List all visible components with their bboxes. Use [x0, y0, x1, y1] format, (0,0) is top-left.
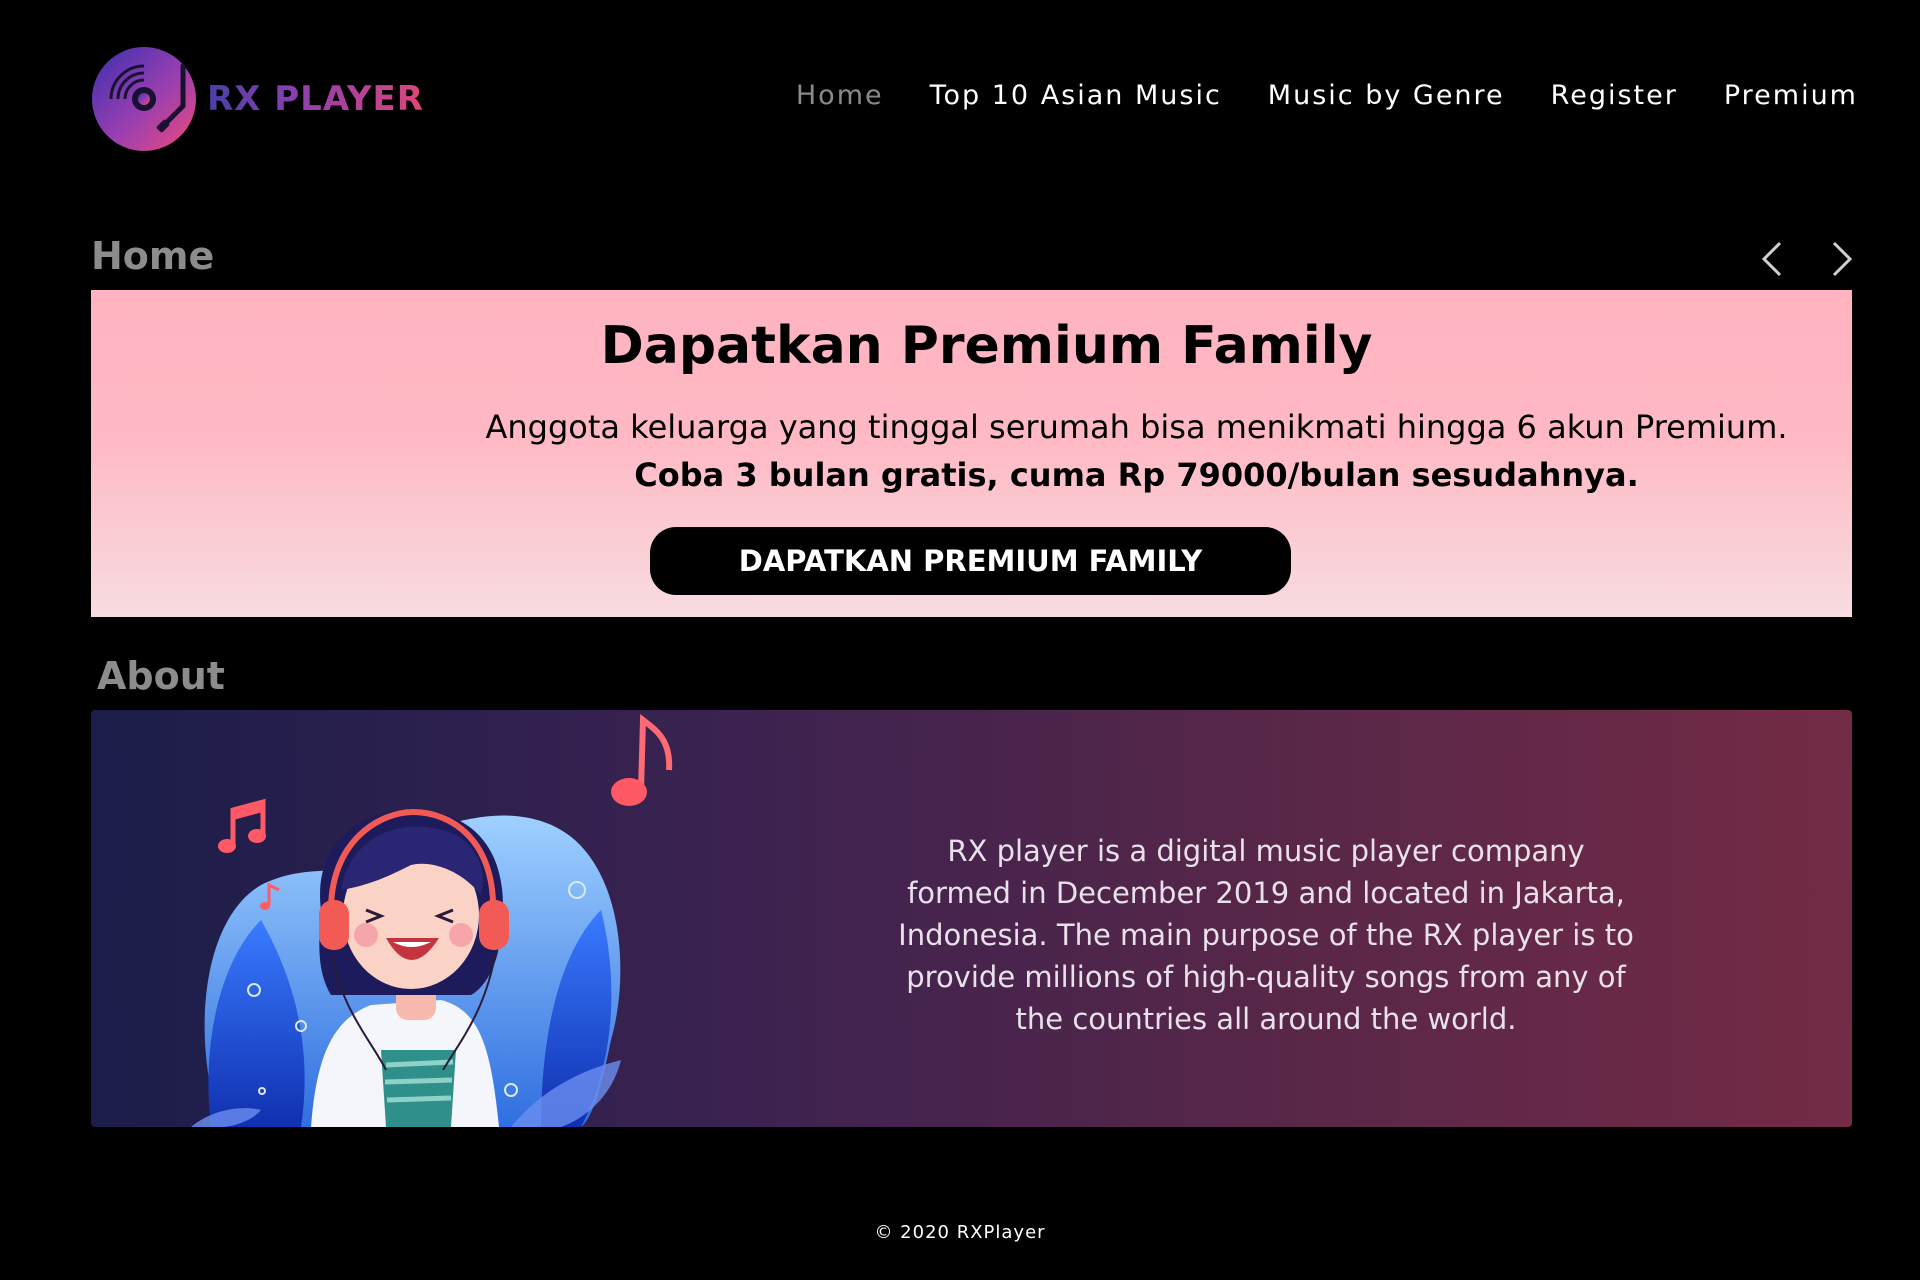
get-premium-family-button[interactable]: DAPATKAN PREMIUM FAMILY [650, 527, 1291, 595]
banner-offer: Coba 3 bulan gratis, cuma Rp 79000/bulan… [634, 456, 1639, 494]
nav-home[interactable]: Home [796, 78, 884, 114]
brand-logo[interactable]: RX PLAYER [91, 46, 424, 152]
nav-top-10-asian-music[interactable]: Top 10 Asian Music [930, 78, 1222, 114]
about-section-title: About [97, 654, 225, 698]
carousel-prev-button[interactable] [1756, 236, 1788, 282]
footer-copyright: © 2020 RXPlayer [874, 1222, 1046, 1243]
about-panel: RX player is a digital music player comp… [91, 710, 1852, 1127]
carousel-controls [1756, 236, 1858, 282]
girl-with-headphones-illustration [191, 714, 673, 1127]
home-section-title: Home [91, 234, 215, 278]
premium-family-banner: Dapatkan Premium Family Anggota keluarga… [91, 290, 1852, 617]
banner-description: Anggota keluarga yang tinggal serumah bi… [485, 408, 1788, 446]
brand-name: RX PLAYER [207, 79, 424, 119]
nav-register[interactable]: Register [1551, 78, 1678, 114]
nav-music-by-genre[interactable]: Music by Genre [1268, 78, 1505, 114]
about-description: RX player is a digital music player comp… [898, 834, 1634, 1036]
music-note-large-icon [611, 714, 673, 806]
nav-premium[interactable]: Premium [1724, 78, 1858, 114]
banner-title: Dapatkan Premium Family [600, 316, 1373, 376]
chevron-left-icon [1761, 241, 1782, 277]
vinyl-disc-icon [92, 47, 196, 151]
page: RX PLAYER Home Top 10 Asian Music Music … [0, 0, 1920, 1280]
chevron-right-icon [1832, 241, 1853, 277]
main-nav: Home Top 10 Asian Music Music by Genre R… [750, 78, 1858, 114]
carousel-next-button[interactable] [1826, 236, 1858, 282]
music-note-icon [218, 798, 266, 853]
